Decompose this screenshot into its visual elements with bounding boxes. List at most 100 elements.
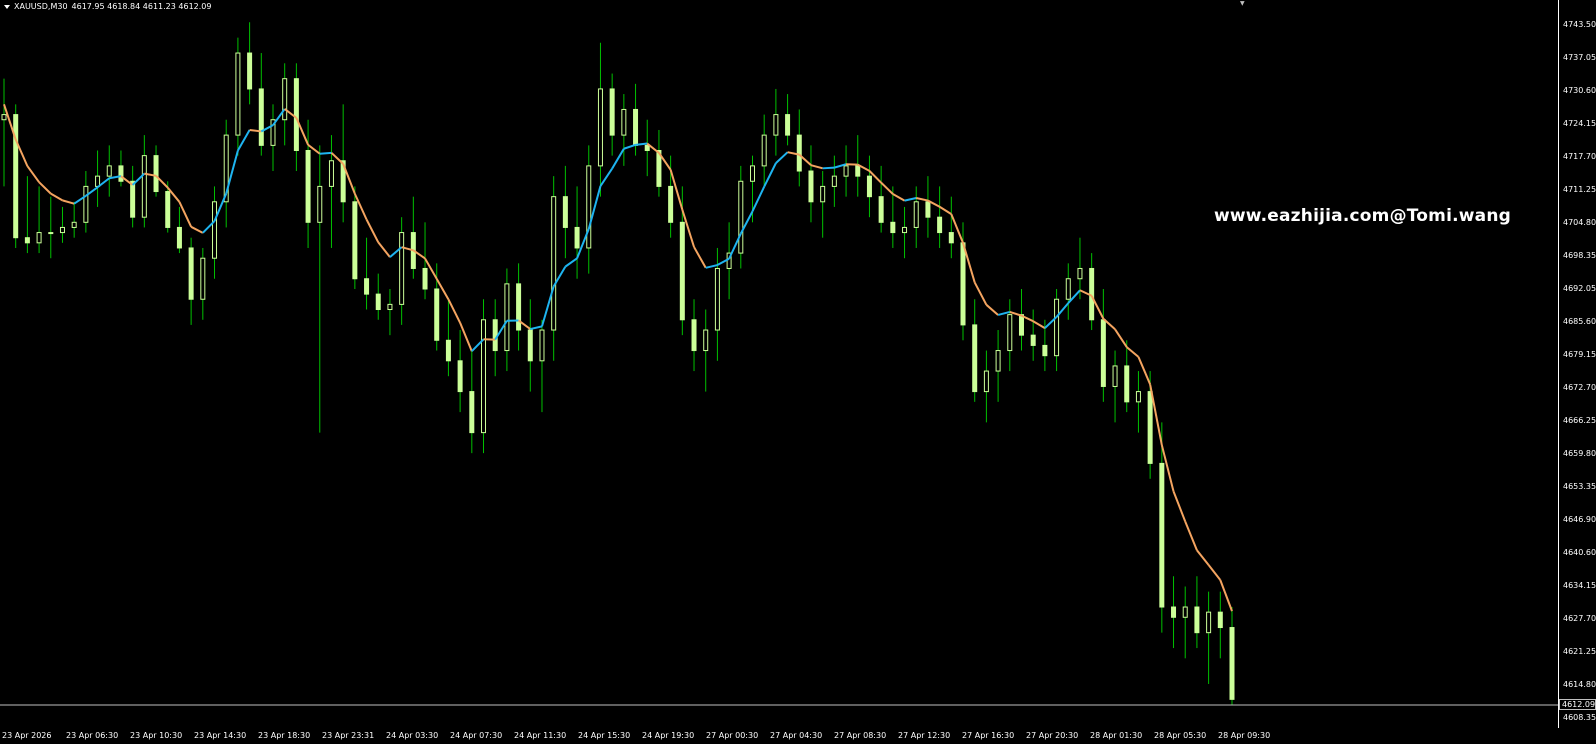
candle-body [118, 165, 124, 182]
candle-body [352, 201, 358, 280]
candle-body [48, 232, 54, 235]
indicator-segment [564, 257, 578, 268]
ohlc-readout: 4617.95 4618.84 4611.23 4612.09 [71, 1, 212, 11]
price-tick-label: 4717.70 [1563, 152, 1596, 162]
time-tick-label: 28 Apr 01:30 [1090, 731, 1143, 740]
price-tick-label: 4653.35 [1563, 482, 1596, 492]
chart-window[interactable]: XAUUSD,M30 4617.95 4618.84 4611.23 4612.… [0, 0, 1596, 744]
candle-body [282, 78, 288, 121]
indicator-segment [599, 168, 613, 187]
indicator-segment [763, 162, 777, 188]
candle-body [1217, 611, 1223, 629]
candle-body [796, 134, 802, 172]
indicator-segment [38, 181, 52, 195]
candle-body [1077, 267, 1083, 280]
indicator-segment [50, 192, 63, 202]
candle-body [1229, 627, 1235, 700]
indicator-segment [810, 164, 823, 170]
time-tick-label: 27 Apr 12:30 [898, 731, 951, 740]
price-plot[interactable] [0, 0, 1596, 744]
candle-body [24, 237, 30, 244]
candle-body [1182, 606, 1188, 618]
candle-body [937, 216, 943, 234]
candle-body [586, 165, 592, 249]
price-tick-label: 4608.35 [1563, 713, 1596, 723]
candle-body [866, 175, 872, 198]
candle-body [212, 201, 218, 259]
candle-body [504, 283, 510, 352]
candle-body [1194, 606, 1200, 634]
candle-body [668, 185, 674, 223]
candle-body [247, 52, 253, 90]
current-price-tag: 4612.09 [1559, 699, 1596, 710]
price-tick-label: 4614.80 [1563, 679, 1596, 689]
candle-body [855, 165, 861, 177]
candle-body [1007, 314, 1013, 352]
time-tick-label: 23 Apr 06:30 [66, 731, 119, 740]
symbol-header[interactable]: XAUUSD,M30 4617.95 4618.84 4611.23 4612.… [4, 0, 212, 12]
watermark-text: www.eazhijia.com@Tomi.wang [1214, 206, 1512, 226]
candle-body [890, 221, 896, 234]
candle-body [317, 185, 323, 223]
price-tick-label: 4704.80 [1563, 218, 1596, 228]
candle-body [972, 324, 978, 393]
candle-body [539, 329, 545, 362]
candle-body [925, 201, 931, 218]
indicator-segment [1207, 564, 1222, 581]
candle-body [95, 175, 101, 187]
candle-body [36, 232, 42, 244]
indicator-segment [611, 148, 625, 170]
indicator-segment [751, 186, 766, 212]
candle-body [1018, 314, 1024, 336]
candle-body [83, 185, 89, 223]
candle-body [808, 170, 814, 203]
candle-body [714, 267, 720, 331]
indicator-segment [1114, 328, 1128, 348]
candle-body [1042, 344, 1048, 357]
candle-body [328, 160, 334, 187]
candle-body [71, 221, 77, 228]
candle-body [1030, 334, 1036, 346]
candle-body [1206, 611, 1212, 634]
candle-body [130, 180, 136, 218]
indicator-segment [904, 197, 917, 202]
indicator-segment [1137, 356, 1152, 385]
indicator-segment [623, 143, 636, 150]
candle-body [457, 360, 463, 393]
time-tick-label: 27 Apr 00:30 [706, 731, 759, 740]
time-tick-label: 23 Apr 14:30 [194, 731, 247, 740]
candle-body [574, 226, 580, 249]
candle-body [551, 196, 557, 331]
candle-body [235, 52, 241, 136]
time-tick-label: 23 Apr 2026 [2, 731, 52, 740]
candle-body [492, 319, 498, 352]
time-tick-label: 27 Apr 20:30 [1026, 731, 1079, 740]
candle-body [948, 232, 954, 244]
indicator-segment [635, 142, 648, 146]
indicator-segment [530, 325, 543, 331]
chevron-down-icon[interactable] [4, 4, 10, 9]
candle-body [983, 370, 989, 393]
price-tick-label: 4634.15 [1563, 580, 1596, 590]
indicator-segment [822, 166, 835, 170]
candle-body [445, 339, 451, 362]
candle-body [1, 114, 7, 121]
candle-body [387, 303, 393, 311]
candle-body [609, 88, 615, 136]
indicator-segment [693, 246, 707, 269]
candle-body [597, 88, 603, 167]
candle-body [749, 165, 755, 182]
candle-body [1065, 278, 1071, 300]
time-tick-label: 24 Apr 03:30 [386, 731, 439, 740]
candle-body [1112, 365, 1118, 387]
candle-body [1171, 606, 1177, 618]
candle-body [1147, 391, 1153, 464]
candle-body [644, 144, 650, 151]
indicator-segment [775, 151, 789, 164]
candle-body [703, 329, 709, 352]
candle-body [820, 185, 826, 203]
candles-layer [1, 22, 1235, 705]
indicator-segment [365, 219, 380, 243]
time-tick-label: 24 Apr 19:30 [642, 731, 695, 740]
candle-body [469, 391, 475, 434]
